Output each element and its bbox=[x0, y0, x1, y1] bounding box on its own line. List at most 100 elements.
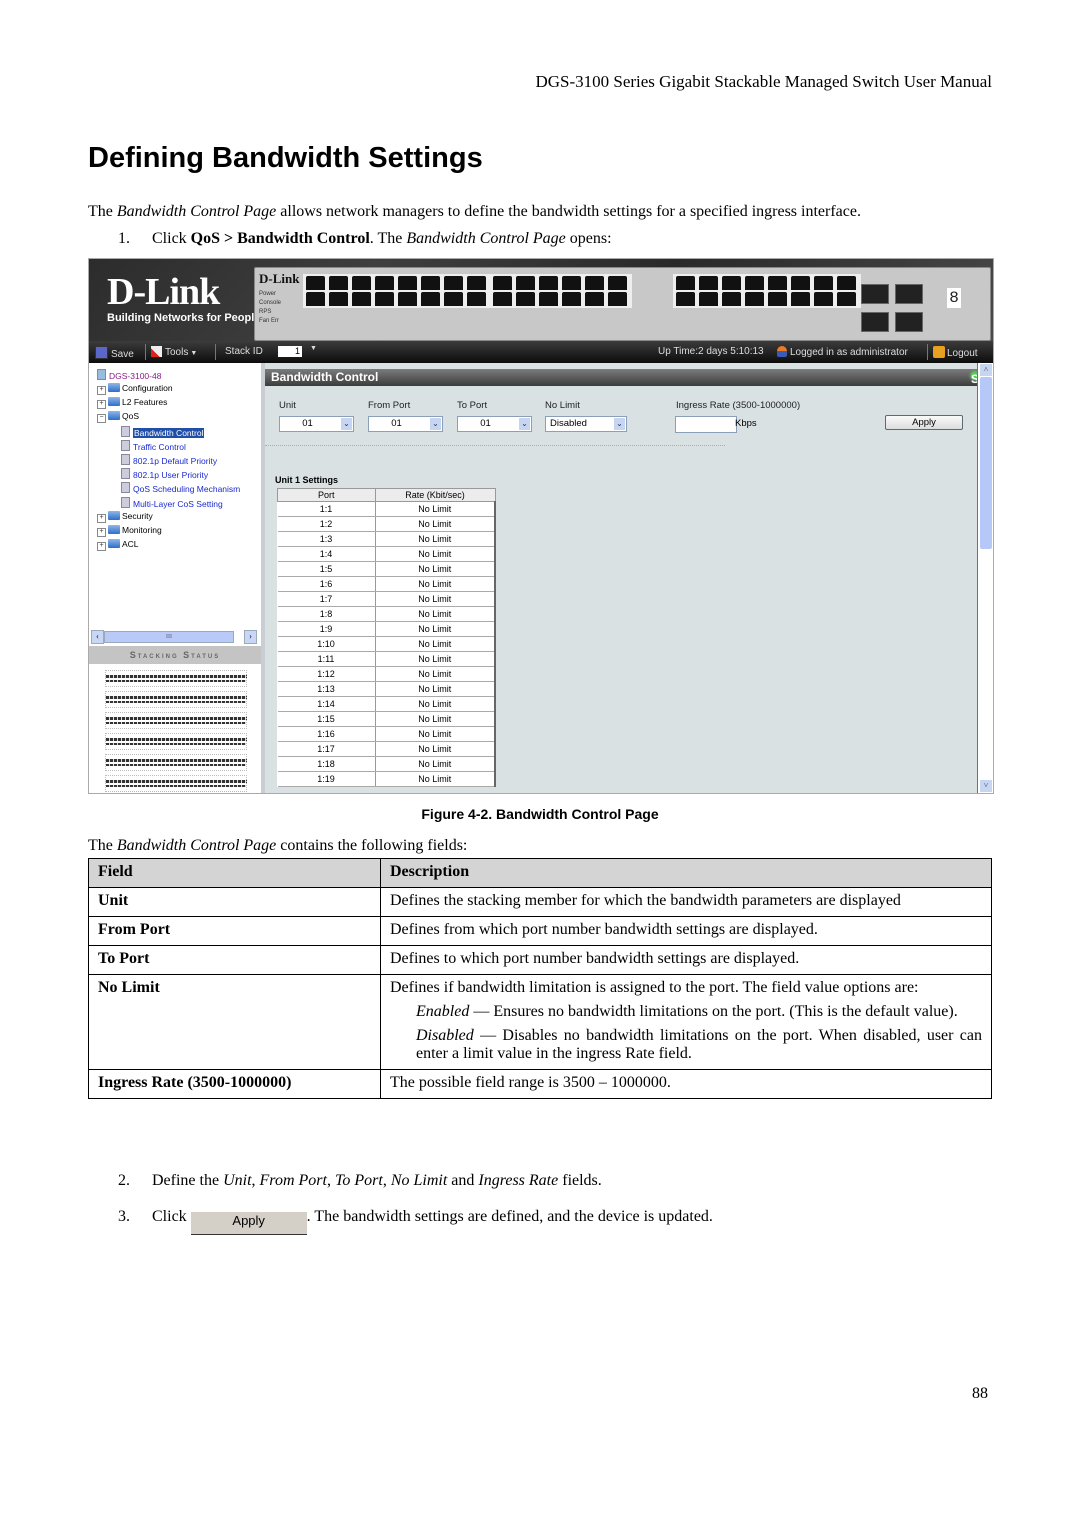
ingress-rate-input[interactable] bbox=[675, 416, 737, 433]
from-port-select[interactable]: 01 ⌄ bbox=[368, 416, 443, 432]
chevron-down-icon: ▼ bbox=[190, 350, 198, 357]
stack-unit-image[interactable] bbox=[105, 733, 247, 750]
port-cell: 1:7 bbox=[277, 591, 376, 607]
expand-icon[interactable]: + bbox=[97, 386, 106, 395]
rate-cell: No Limit bbox=[375, 531, 496, 547]
expand-icon[interactable]: + bbox=[97, 528, 106, 537]
collapse-icon[interactable]: − bbox=[97, 414, 106, 424]
expand-icon[interactable]: + bbox=[97, 542, 106, 552]
chevron-down-icon[interactable]: ▼ bbox=[310, 345, 317, 352]
page-icon bbox=[121, 496, 130, 508]
unit-select[interactable]: 01 ⌄ bbox=[279, 416, 354, 432]
stack-unit-image[interactable] bbox=[105, 754, 247, 771]
no-limit-label: No Limit bbox=[545, 400, 580, 411]
main-vertical-scrollbar[interactable]: ˄ ˅ bbox=[977, 363, 993, 793]
port-cell: 1:1 bbox=[277, 501, 376, 517]
stack-unit-image[interactable] bbox=[105, 670, 247, 687]
tools-menu[interactable]: Tools ▼ bbox=[151, 346, 197, 358]
ethernet-port-icon bbox=[467, 276, 486, 290]
uptime-text: Up Time:2 days 5:10:13 bbox=[658, 346, 764, 357]
port-cell: 1:5 bbox=[277, 561, 376, 577]
switch-icon bbox=[97, 369, 106, 380]
logout-button[interactable]: Logout bbox=[933, 346, 978, 359]
option-enabled: Enabled — Ensures no bandwidth limitatio… bbox=[416, 1003, 958, 1020]
stack-unit-image[interactable] bbox=[105, 712, 247, 729]
chevron-down-icon: ⌄ bbox=[614, 418, 625, 430]
scroll-thumb[interactable]: III bbox=[104, 631, 234, 643]
from-port-label: From Port bbox=[368, 400, 411, 411]
ethernet-port-icon bbox=[398, 292, 417, 306]
tree-item-monitoring[interactable]: + Monitoring bbox=[97, 525, 162, 537]
ethernet-port-icon bbox=[585, 276, 604, 290]
ethernet-port-icon bbox=[745, 292, 764, 306]
port-rate-row: 1:1 No Limit bbox=[277, 501, 496, 517]
expand-icon[interactable]: + bbox=[97, 400, 106, 410]
unit-settings-title: Unit 1 Settings bbox=[275, 475, 339, 485]
tree-item-802-1p-default-priority[interactable]: 802.1p Default Priority bbox=[121, 454, 217, 466]
ingress-rate-label: Ingress Rate (3500-1000000) bbox=[676, 400, 801, 411]
ethernet-port-icon bbox=[444, 292, 463, 306]
ethernet-port-icon bbox=[398, 276, 417, 290]
panel-title: Bandwidth Control bbox=[271, 370, 379, 384]
port-cell: 1:17 bbox=[277, 741, 376, 757]
scroll-left-icon[interactable]: ‹ bbox=[91, 630, 104, 644]
tree-item-bandwidth-control[interactable]: Bandwidth Control bbox=[121, 425, 205, 438]
device-led-list: Power Console RPS Fan Err bbox=[259, 291, 282, 324]
port-rate-row: 1:12 No Limit bbox=[277, 666, 496, 682]
table-row: To Port Defines to which port number ban… bbox=[88, 945, 992, 975]
port-cell: 1:15 bbox=[277, 711, 376, 727]
chevron-down-icon: ⌄ bbox=[341, 418, 352, 430]
tree-item-qos[interactable]: − QoS bbox=[97, 411, 139, 424]
ethernet-port-icon bbox=[467, 292, 486, 306]
navigation-tree: DGS-3100-48 + Configuration + L2 Features − Q… bbox=[89, 363, 265, 793]
ethernet-port-icon bbox=[837, 276, 856, 290]
tree-item-l2-features[interactable]: + L2 Features bbox=[97, 397, 167, 410]
save-button[interactable]: Save bbox=[95, 346, 134, 360]
ethernet-port-icon bbox=[585, 292, 604, 306]
tree-root[interactable]: DGS-3100-48 bbox=[97, 369, 161, 381]
to-port-select[interactable]: 01 ⌄ bbox=[457, 416, 532, 432]
table-row: From Port Defines from which port number… bbox=[88, 916, 992, 946]
stack-unit-image[interactable] bbox=[105, 775, 247, 792]
apply-button[interactable]: Apply bbox=[885, 415, 963, 430]
ethernet-port-icon bbox=[722, 292, 741, 306]
scroll-up-icon[interactable]: ˄ bbox=[980, 364, 992, 376]
tree-item-acl[interactable]: + ACL bbox=[97, 539, 139, 552]
tree-item-qos-scheduling-mechanism[interactable]: QoS Scheduling Mechanism bbox=[121, 482, 240, 494]
running-header: DGS-3100 Series Gigabit Stackable Manage… bbox=[535, 72, 992, 91]
scroll-down-icon[interactable]: ˅ bbox=[980, 780, 992, 792]
scroll-thumb[interactable] bbox=[980, 377, 992, 549]
stack-unit-image[interactable] bbox=[105, 691, 247, 708]
scroll-right-icon[interactable]: › bbox=[244, 630, 257, 644]
tree-horizontal-scrollbar[interactable]: ‹ III › bbox=[91, 630, 257, 644]
ethernet-port-icon bbox=[608, 292, 627, 306]
tree-item-traffic-control[interactable]: Traffic Control bbox=[121, 439, 186, 452]
no-limit-select[interactable]: Disabled ⌄ bbox=[545, 416, 627, 432]
port-cell: 1:3 bbox=[277, 531, 376, 547]
tree-item-802-1p-user-priority[interactable]: 802.1p User Priority bbox=[121, 468, 208, 480]
tools-icon bbox=[151, 346, 162, 357]
rate-cell: No Limit bbox=[375, 621, 496, 637]
toolbar-divider bbox=[145, 344, 146, 360]
port-cell: 1:4 bbox=[277, 546, 376, 562]
ethernet-port-icon bbox=[722, 276, 741, 290]
ethernet-port-icon bbox=[539, 276, 558, 290]
stack-id-select[interactable]: 1 bbox=[278, 346, 302, 357]
folder-icon bbox=[108, 383, 120, 392]
port-group-1-16 bbox=[303, 272, 491, 308]
tree-item-multi-layer-cos-setting[interactable]: Multi-Layer CoS Setting bbox=[121, 496, 223, 509]
port-rate-row: 1:11 No Limit bbox=[277, 651, 496, 667]
expand-icon[interactable]: + bbox=[97, 513, 106, 523]
stacking-status-units bbox=[89, 664, 261, 793]
intro-paragraph: The Bandwidth Control Page allows networ… bbox=[88, 203, 861, 220]
tree-item-security[interactable]: + Security bbox=[97, 510, 153, 523]
port-cell: 1:9 bbox=[277, 621, 376, 637]
tree-item-configuration[interactable]: + Configuration bbox=[97, 383, 173, 395]
ethernet-port-icon bbox=[814, 276, 833, 290]
port-rate-row: 1:9 No Limit bbox=[277, 621, 496, 637]
folder-icon bbox=[108, 411, 120, 421]
port-rate-row: 1:7 No Limit bbox=[277, 591, 496, 607]
ethernet-port-icon bbox=[791, 292, 810, 306]
port-rate-row: 1:8 No Limit bbox=[277, 606, 496, 622]
sfp-port bbox=[861, 312, 889, 332]
